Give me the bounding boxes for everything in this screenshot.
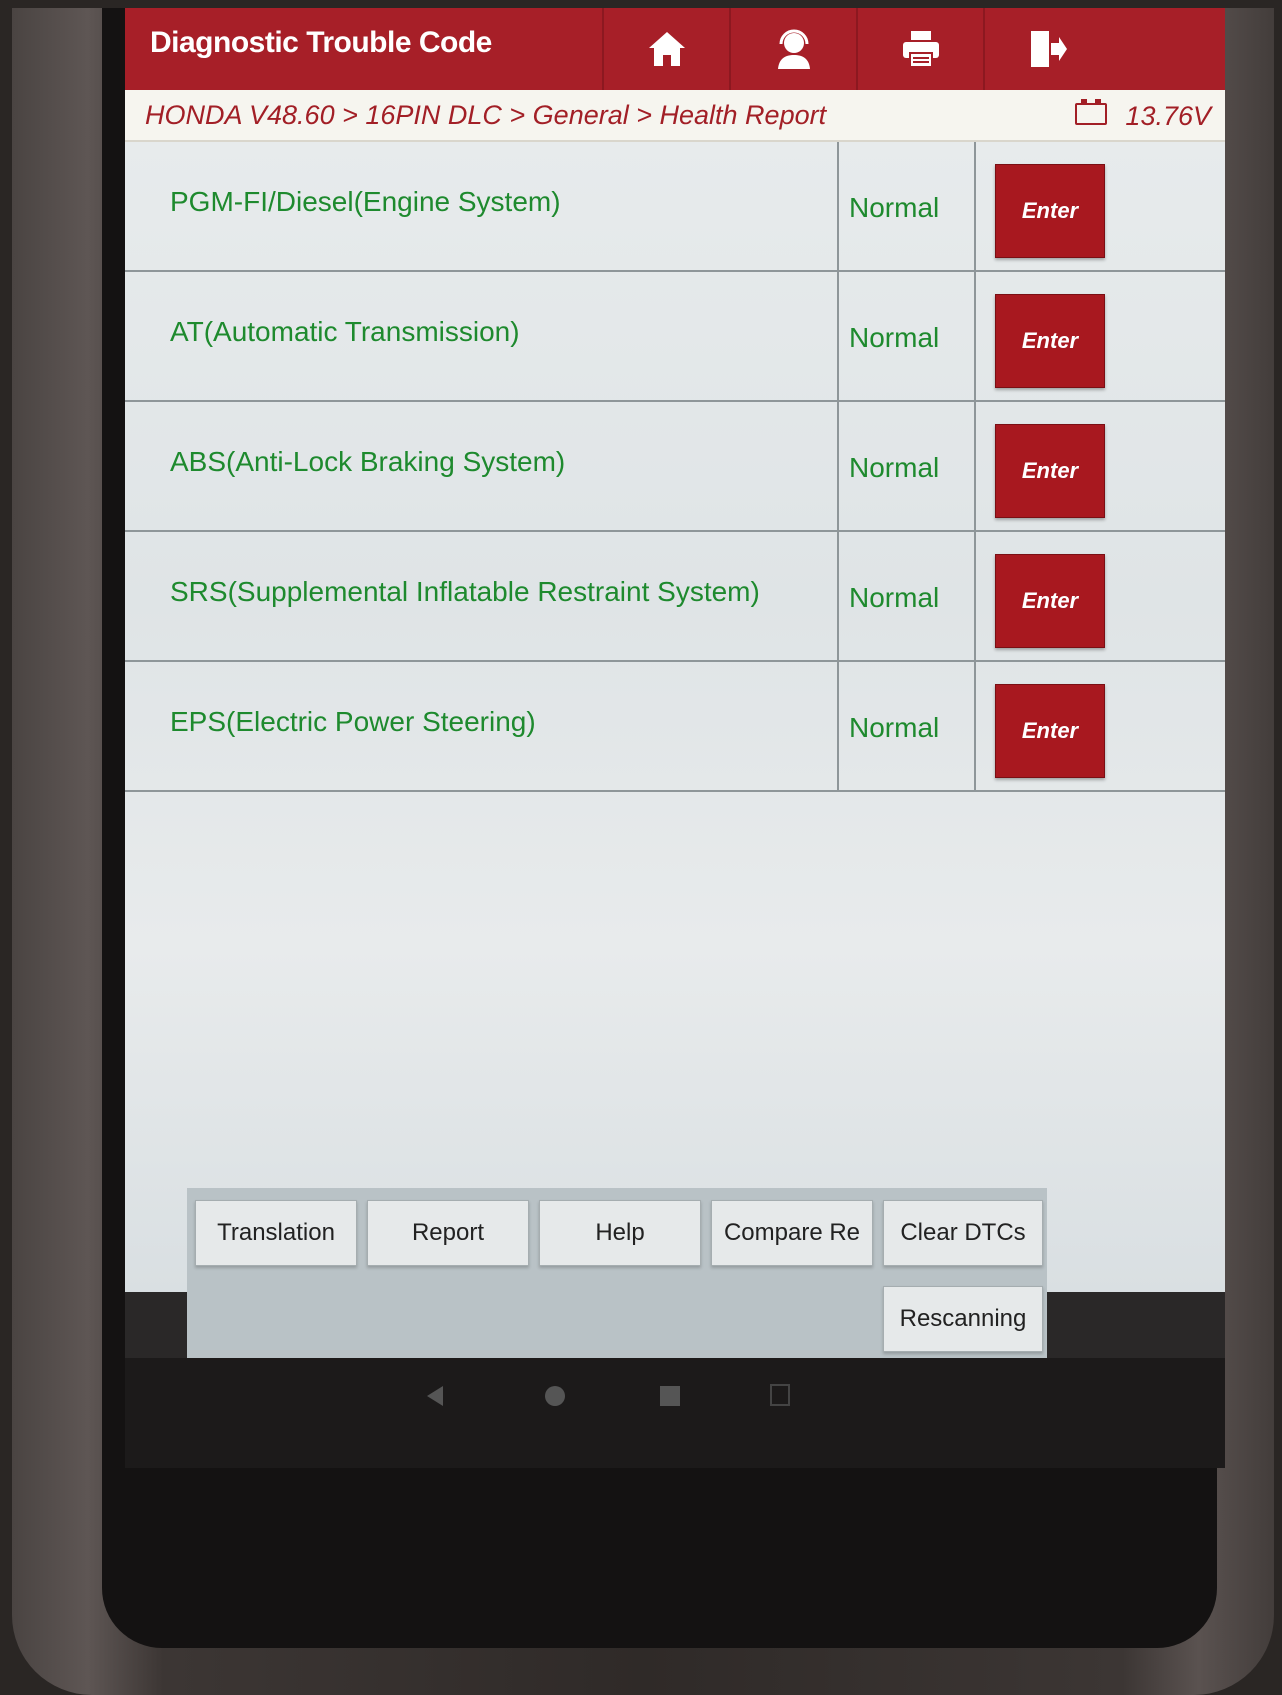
home-icon: [649, 32, 685, 66]
system-row: SRS(Supplemental Inflatable Restraint Sy…: [125, 532, 1225, 662]
printer-icon: [903, 31, 939, 68]
system-row: PGM-FI/Diesel(Engine System) Normal Ente…: [125, 142, 1225, 272]
breadcrumb-path: HONDA V48.60 > 16PIN DLC > General > Hea…: [145, 100, 827, 130]
system-name: PGM-FI/Diesel(Engine System): [170, 186, 561, 217]
voltage-readout: 13.76V: [1125, 101, 1211, 131]
system-row: ABS(Anti-Lock Braking System) Normal Ent…: [125, 402, 1225, 532]
breadcrumb: HONDA V48.60 > 16PIN DLC > General > Hea…: [125, 90, 1225, 142]
print-button[interactable]: [856, 8, 984, 90]
exit-button[interactable]: [983, 8, 1111, 90]
home-circle-icon[interactable]: [545, 1386, 565, 1406]
android-nav-bar: [125, 1358, 1225, 1468]
compare-button[interactable]: Compare Re: [711, 1200, 873, 1266]
system-name: EPS(Electric Power Steering): [170, 706, 536, 737]
system-row: AT(Automatic Transmission) Normal Enter: [125, 272, 1225, 402]
enter-button[interactable]: Enter: [995, 554, 1105, 648]
status-cell: Normal: [837, 272, 976, 400]
translation-button[interactable]: Translation: [195, 1200, 357, 1266]
support-button[interactable]: [729, 8, 857, 90]
system-status: Normal: [849, 192, 940, 223]
system-name: SRS(Supplemental Inflatable Restraint Sy…: [170, 576, 760, 607]
user-support-icon: [778, 29, 810, 69]
battery-icon: [1075, 99, 1107, 125]
screen: Diagnostic Trouble Code HONDA V48.60 > 1…: [125, 8, 1225, 1468]
system-status: Normal: [849, 452, 940, 483]
screenshot-icon[interactable]: [770, 1384, 790, 1406]
status-cell: Normal: [837, 532, 976, 660]
home-button[interactable]: [602, 8, 730, 90]
top-bar: Diagnostic Trouble Code: [125, 8, 1225, 90]
enter-button[interactable]: Enter: [995, 684, 1105, 778]
status-cell: Normal: [837, 662, 976, 790]
system-status: Normal: [849, 712, 940, 743]
system-status: Normal: [849, 322, 940, 353]
exit-icon: [1031, 31, 1067, 67]
enter-button[interactable]: Enter: [995, 294, 1105, 388]
system-name: AT(Automatic Transmission): [170, 316, 520, 347]
enter-button[interactable]: Enter: [995, 424, 1105, 518]
system-status: Normal: [849, 582, 940, 613]
clear-dtcs-button[interactable]: Clear DTCs: [883, 1200, 1043, 1266]
system-list: PGM-FI/Diesel(Engine System) Normal Ente…: [125, 142, 1225, 1292]
system-name: ABS(Anti-Lock Braking System): [170, 446, 566, 477]
enter-button[interactable]: Enter: [995, 164, 1105, 258]
back-icon[interactable]: [427, 1386, 443, 1406]
report-button[interactable]: Report: [367, 1200, 529, 1266]
system-row: EPS(Electric Power Steering) Normal Ente…: [125, 662, 1225, 792]
page-title: Diagnostic Trouble Code: [150, 26, 492, 59]
bottom-toolbar: Translation Report Help Compare Re Clear…: [187, 1188, 1047, 1358]
status-cell: Normal: [837, 142, 976, 270]
help-button[interactable]: Help: [539, 1200, 701, 1266]
recent-apps-icon[interactable]: [660, 1386, 680, 1406]
rescanning-button[interactable]: Rescanning: [883, 1286, 1043, 1352]
status-cell: Normal: [837, 402, 976, 530]
